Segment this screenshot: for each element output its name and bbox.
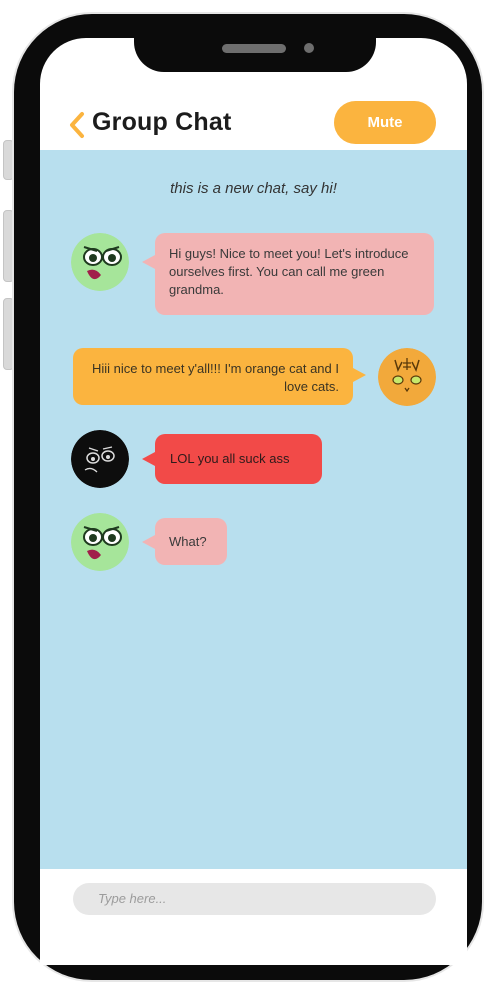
black-avatar <box>71 430 129 488</box>
speaker-grille <box>222 44 286 53</box>
mute-button[interactable]: Mute <box>334 101 436 144</box>
new-chat-notice: this is a new chat, say hi! <box>170 180 337 197</box>
message-bubble: Hi guys! Nice to meet you! Let's introdu… <box>142 233 434 315</box>
volume-up-button <box>3 210 14 282</box>
message-bubble: What? <box>142 518 227 565</box>
back-chevron-icon[interactable] <box>66 108 88 142</box>
orange-cat-avatar <box>378 348 436 406</box>
message-bubble: Hiii nice to meet y'all!!! I'm orange ca… <box>73 348 366 405</box>
message-bubble: LOL you all suck ass <box>142 434 322 484</box>
message-input[interactable]: Type here... <box>73 883 436 915</box>
volume-down-button <box>3 298 14 370</box>
notch <box>134 14 376 72</box>
silent-switch <box>3 140 14 180</box>
chat-title: Group Chat <box>92 108 232 136</box>
green-grandma-avatar <box>71 513 129 571</box>
green-grandma-avatar <box>71 233 129 291</box>
front-camera <box>304 43 314 53</box>
